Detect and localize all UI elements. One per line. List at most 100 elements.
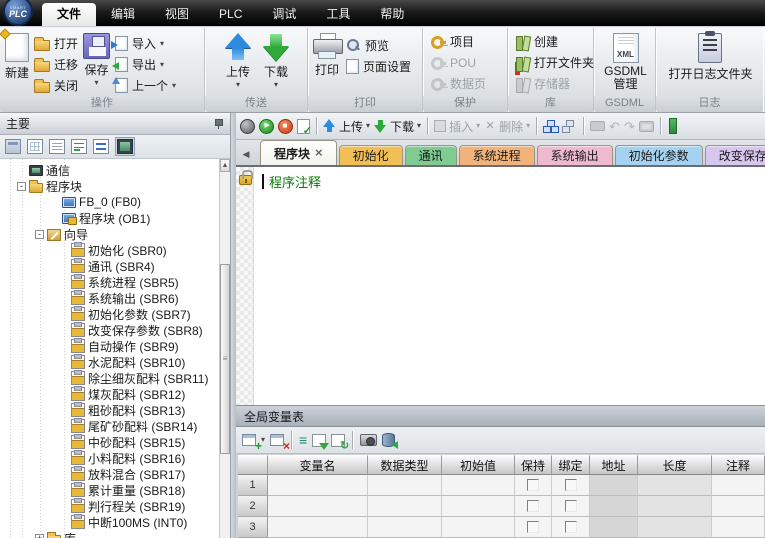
cell-initial-value[interactable] — [442, 496, 515, 517]
bind-checkbox[interactable] — [565, 521, 577, 533]
cell-data-type[interactable] — [368, 496, 442, 517]
cell-variable-name[interactable] — [268, 475, 368, 496]
tree-item[interactable]: - 向导 — [0, 226, 230, 242]
menu-item[interactable]: 编辑 — [96, 3, 150, 26]
tree-item[interactable]: 水泥配料 (SBR10) — [0, 354, 230, 370]
delete-variable-button[interactable]: × — [270, 434, 284, 446]
previous-button[interactable]: 上一个▾ — [113, 75, 178, 96]
stop-button[interactable] — [278, 119, 293, 134]
tree-item[interactable]: 通信 — [0, 162, 230, 178]
cell-address[interactable] — [590, 496, 638, 517]
document-view-icon[interactable] — [49, 139, 65, 154]
gsdml-manage-button[interactable]: XML GSDML管理 — [604, 31, 647, 91]
close-button[interactable]: 关闭 — [32, 75, 80, 96]
bind-checkbox[interactable] — [565, 500, 577, 512]
library-create-button[interactable]: 创建 — [513, 31, 596, 52]
tree-item[interactable]: - 程序块 — [0, 178, 230, 194]
tree-item[interactable]: 判行程关 (SBR19) — [0, 498, 230, 514]
bind-checkbox[interactable] — [565, 479, 577, 491]
cell-comment[interactable] — [712, 475, 765, 496]
retain-checkbox[interactable] — [527, 479, 539, 491]
menu-item[interactable]: 调试 — [257, 3, 311, 26]
tree-item[interactable]: 煤灰配料 (SBR12) — [0, 386, 230, 402]
export-button[interactable]: 导出▾ — [113, 54, 178, 75]
cell-data-type[interactable] — [368, 475, 442, 496]
toolbar-download-button[interactable]: 下载▾ — [374, 118, 421, 135]
row-number[interactable]: 1 — [238, 475, 268, 496]
editor-tab[interactable]: 改变保存参数 × — [705, 145, 765, 165]
cell-variable-name[interactable] — [268, 496, 368, 517]
tree-item[interactable]: 中断100MS (INT0) — [0, 514, 230, 530]
tree-item[interactable]: 系统进程 (SBR5) — [0, 274, 230, 290]
editor-tab[interactable]: 初始化 × — [339, 145, 403, 165]
tree-item[interactable]: 累计重量 (SBR18) — [0, 482, 230, 498]
retain-checkbox[interactable] — [527, 500, 539, 512]
cell-variable-name[interactable] — [268, 517, 368, 538]
menu-item[interactable]: 视图 — [150, 3, 204, 26]
page-setup-button[interactable]: 页面设置 — [344, 56, 413, 77]
tree-item[interactable]: 自动操作 (SBR9) — [0, 338, 230, 354]
cell-length[interactable] — [638, 496, 712, 517]
new-button[interactable]: 新建 — [5, 31, 29, 81]
tree-item[interactable]: 小料配料 (SBR16) — [0, 450, 230, 466]
status-chart-view-icon[interactable] — [71, 139, 87, 154]
menu-item[interactable]: 文件 — [42, 3, 96, 26]
cell-length[interactable] — [638, 475, 712, 496]
tree-item[interactable]: 尾矿砂配料 (SBR14) — [0, 418, 230, 434]
add-variable-button[interactable]: + — [242, 434, 256, 446]
cell-data-type[interactable] — [368, 517, 442, 538]
tree-item[interactable]: 除尘细灰配料 (SBR11) — [0, 370, 230, 386]
toolbar-upload-button[interactable]: 上传▾ — [323, 118, 370, 135]
tree-item[interactable]: 系统输出 (SBR6) — [0, 290, 230, 306]
sync-variables-button[interactable]: ↻ — [331, 434, 345, 447]
open-button[interactable]: 打开 — [32, 33, 80, 54]
tree-item[interactable]: FB_0 (FB0) — [0, 194, 230, 210]
compile-button[interactable] — [240, 119, 255, 134]
tree-item[interactable]: 程序块 (OB1) — [0, 210, 230, 226]
menu-item[interactable]: PLC — [204, 3, 257, 26]
network-view-button[interactable] — [543, 120, 558, 133]
tree-expander-icon[interactable]: - — [35, 230, 44, 239]
menu-item[interactable]: 工具 — [311, 3, 365, 26]
tab-scroll-left-icon[interactable]: ◀ — [239, 145, 253, 163]
editor-tab[interactable]: 程序块 × — [260, 140, 337, 165]
module-view-icon[interactable] — [5, 139, 21, 154]
snapshot-button[interactable] — [360, 434, 377, 446]
tree-item[interactable]: 放料混合 (SBR17) — [0, 466, 230, 482]
tree-item[interactable]: 初始化 (SBR0) — [0, 242, 230, 258]
cell-length[interactable] — [638, 517, 712, 538]
protect-project-button[interactable]: 项目 — [428, 31, 488, 52]
tree-item[interactable]: 改变保存参数 (SBR8) — [0, 322, 230, 338]
editor-tab[interactable]: 系统输出 × — [537, 145, 613, 165]
tree-item[interactable]: + 库 — [0, 530, 230, 538]
editor-tab[interactable]: 通讯 × — [405, 145, 457, 165]
tree-scrollbar[interactable]: ▲ ≡ — [219, 159, 230, 538]
table-view-icon[interactable] — [27, 139, 43, 154]
data-view-icon[interactable] — [93, 139, 109, 154]
save-button[interactable]: 保存 ▾ — [83, 31, 110, 86]
migrate-button[interactable]: 迁移 — [32, 54, 80, 75]
open-log-folder-button[interactable]: 打开日志文件夹 — [668, 31, 752, 82]
run-button[interactable] — [259, 119, 274, 134]
upload-dropdown-caret[interactable]: ▾ — [236, 82, 240, 88]
communication-view-toggle[interactable] — [115, 137, 135, 156]
cell-address[interactable] — [590, 475, 638, 496]
upload-button[interactable]: 上传 ▾ — [225, 31, 251, 88]
editor-tab[interactable]: 初始化参数 × — [615, 145, 703, 165]
retain-checkbox[interactable] — [527, 521, 539, 533]
tree-item[interactable]: 初始化参数 (SBR7) — [0, 306, 230, 322]
tree-item[interactable]: 中砂配料 (SBR15) — [0, 434, 230, 450]
cell-address[interactable] — [590, 517, 638, 538]
program-editor[interactable]: 程序注释 — [236, 167, 765, 405]
preview-button[interactable]: 预览 — [344, 35, 413, 56]
sort-list-button[interactable]: ≡ — [299, 433, 307, 447]
cell-initial-value[interactable] — [442, 475, 515, 496]
row-number[interactable]: 2 — [238, 496, 268, 517]
database-button[interactable] — [382, 433, 395, 447]
network-map-button[interactable] — [562, 120, 577, 133]
tree-item[interactable]: 通讯 (SBR4) — [0, 258, 230, 274]
tree-item[interactable]: 粗砂配料 (SBR13) — [0, 402, 230, 418]
editor-tab[interactable]: 系统进程 × — [459, 145, 535, 165]
download-variables-button[interactable] — [312, 434, 326, 447]
program-comment-line[interactable]: 程序注释 — [262, 172, 321, 191]
